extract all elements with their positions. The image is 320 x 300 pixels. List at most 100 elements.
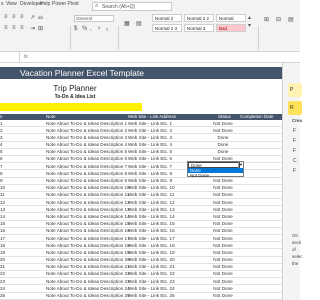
cell-note[interactable]: Note About To-Do & Ideas Description 8	[46, 171, 127, 176]
cell-status[interactable]: Not Done	[210, 271, 236, 276]
indent-icon[interactable]: ⇥	[30, 25, 35, 32]
align-bottom-icon[interactable]: ≡	[20, 14, 24, 20]
cell-n[interactable]: 18	[0, 243, 5, 248]
cell-web[interactable]: Web Site - Link Etc. 10	[128, 185, 175, 190]
table-row[interactable]: 13 Note About To-Do & Ideas Description 1…	[0, 206, 282, 214]
dropdown-option-not-done[interactable]: Not Done	[188, 173, 243, 178]
cell-n[interactable]: 7	[0, 164, 3, 169]
cell-n[interactable]: 17	[0, 236, 5, 241]
status-dropdown[interactable]: Done ▼ Done Not Done	[187, 161, 244, 178]
align-top-icon[interactable]: ≡	[4, 14, 8, 20]
cell-web[interactable]: Web Site - Link Etc. 24	[128, 286, 175, 291]
style-bad[interactable]: Bad	[216, 24, 246, 32]
cell-note[interactable]: Note About To-Do & Ideas Description 23	[46, 279, 130, 284]
cell-n[interactable]: 2	[0, 128, 3, 133]
cell-note[interactable]: Note About To-Do & Ideas Description 12	[46, 200, 130, 205]
styles-scroll-down-icon[interactable]: ▾	[248, 22, 251, 29]
cell-n[interactable]: 16	[0, 228, 5, 233]
cell-n[interactable]: 5	[0, 149, 3, 154]
decrease-decimal-icon[interactable]: ₀	[106, 26, 109, 32]
conditional-formatting-icon[interactable]: ▦	[124, 20, 130, 27]
wrap-text-button[interactable]: ab	[38, 15, 43, 20]
cell-web[interactable]: Web Site - Link Etc. 12	[128, 200, 175, 205]
cell-n[interactable]: 10	[0, 185, 5, 190]
cell-status[interactable]: Not Done	[210, 236, 236, 241]
cell-n[interactable]: 19	[0, 250, 5, 255]
cell-web[interactable]: Web Site - Link Etc. 5	[128, 149, 172, 154]
table-row[interactable]: 23 Note About To-Do & Ideas Description 2…	[0, 278, 282, 286]
table-row[interactable]: 5 Note About To-Do & Ideas Description 5W…	[0, 149, 282, 156]
cell-note[interactable]: Note About To-Do & Ideas Description 24	[46, 286, 130, 291]
merge-center-icon[interactable]: ⊞	[38, 25, 43, 32]
cell-n[interactable]: 8	[0, 171, 3, 176]
table-row[interactable]: 14 Note About To-Do & Ideas Description 1…	[0, 213, 282, 221]
cell-note[interactable]: Note About To-Do & Ideas Description 21	[46, 264, 130, 269]
cell-status[interactable]: Not Done	[210, 121, 236, 126]
orientation-icon[interactable]: ↗	[30, 14, 35, 21]
cell-note[interactable]: Note About To-Do & Ideas Description 4	[46, 142, 127, 147]
cell-web[interactable]: Web Site - Link Etc. 21	[128, 264, 175, 269]
style-normal-3[interactable]: Normal 3	[184, 24, 214, 32]
cell-n[interactable]: 1	[0, 121, 3, 126]
cell-status[interactable]: Not Done	[210, 214, 236, 219]
cell-n[interactable]: 24	[0, 286, 5, 291]
menu-item-s[interactable]: s	[1, 1, 4, 7]
currency-icon[interactable]: $	[74, 26, 77, 32]
cell-note[interactable]: Note About To-Do & Ideas Description 17	[46, 236, 130, 241]
cell-status[interactable]: Not Done	[210, 264, 236, 269]
styles-scroll-up-icon[interactable]: ▴	[248, 14, 251, 21]
align-right-icon[interactable]: ≡	[20, 25, 24, 31]
table-row[interactable]: 1 Note About To-Do & Ideas Description 1W…	[0, 120, 282, 128]
cell-note[interactable]: Note About To-Do & Ideas Description 25	[46, 293, 130, 298]
cell-n[interactable]: 22	[0, 271, 5, 276]
comma-icon[interactable]: ,	[90, 26, 92, 32]
cell-web[interactable]: Web Site - Link Etc. 15	[128, 221, 175, 226]
cell-web[interactable]: Web Site - Link Etc. 2	[128, 128, 172, 133]
align-middle-icon[interactable]: ≡	[12, 14, 16, 20]
function-icon[interactable]: fx	[24, 54, 28, 60]
cell-web[interactable]: Web Site - Link Etc. 14	[128, 214, 175, 219]
cell-status[interactable]: Not Done	[210, 221, 236, 226]
table-row[interactable]: 20 Note About To-Do & Ideas Description 2…	[0, 257, 282, 264]
cell-n[interactable]: 9	[0, 178, 3, 183]
table-row[interactable]: 18 Note About To-Do & Ideas Description 1…	[0, 242, 282, 250]
cell-note[interactable]: Note About To-Do & Ideas Description 11	[46, 192, 129, 197]
cell-web[interactable]: Web Site - Link Etc. 3	[128, 135, 172, 140]
cell-note[interactable]: Note About To-Do & Ideas Description 3	[46, 135, 127, 140]
align-left-icon[interactable]: ≡	[4, 25, 8, 31]
cell-web[interactable]: Web Site - Link Etc. 11	[128, 192, 174, 197]
cell-web[interactable]: Web Site - Link Etc. 19	[128, 250, 175, 255]
cell-web[interactable]: Web Site - Link Etc. 4	[128, 142, 172, 147]
cell-status[interactable]: Not Done	[210, 128, 236, 133]
cell-n[interactable]: 23	[0, 279, 5, 284]
cell-n[interactable]: 4	[0, 142, 3, 147]
align-center-icon[interactable]: ≡	[12, 25, 16, 31]
search-box[interactable]: ⌕ Search (Alt+Q)	[92, 2, 172, 11]
cell-note[interactable]: Note About To-Do & Ideas Description 16	[46, 228, 130, 233]
table-row[interactable]: 22 Note About To-Do & Ideas Description 2…	[0, 271, 282, 279]
cell-web[interactable]: Web Site - Link Etc. 9	[128, 178, 172, 183]
cell-status[interactable]: Not Done	[210, 200, 236, 205]
cell-status[interactable]: Not Done	[210, 185, 236, 190]
table-row[interactable]: 10 Note About To-Do & Ideas Description 1…	[0, 185, 282, 192]
cell-web[interactable]: Web Site - Link Etc. 17	[128, 236, 175, 241]
cell-status[interactable]: Not Done	[210, 293, 236, 298]
cell-n[interactable]: 20	[0, 257, 5, 262]
cell-n[interactable]: 14	[0, 214, 5, 219]
cell-web[interactable]: Web Site - Link Etc. 8	[128, 171, 172, 176]
cell-note[interactable]: Note About To-Do & Ideas Description 9	[46, 178, 127, 183]
cell-n[interactable]: 6	[0, 156, 3, 161]
cell-status[interactable]: Not Done	[210, 178, 236, 183]
menu-item-view[interactable]: View	[6, 1, 17, 7]
table-row[interactable]: 24 Note About To-Do & Ideas Description 2…	[0, 285, 282, 293]
table-row[interactable]: 9 Note About To-Do & Ideas Description 9W…	[0, 178, 282, 185]
table-row[interactable]: 17 Note About To-Do & Ideas Description 1…	[0, 235, 282, 243]
panel-button-p[interactable]: P	[288, 83, 302, 97]
cell-status[interactable]: Not Done	[210, 243, 236, 248]
cell-note[interactable]: Note About To-Do & Ideas Description 22	[46, 271, 130, 276]
cell-n[interactable]: 21	[0, 264, 5, 269]
cell-web[interactable]: Web Site - Link Etc. 22	[128, 271, 175, 276]
cell-web[interactable]: Web Site - Link Etc. 13	[128, 207, 175, 212]
table-row[interactable]: 19 Note About To-Do & Ideas Description 1…	[0, 249, 282, 257]
cell-note[interactable]: Note About To-Do & Ideas Description 10	[46, 185, 130, 190]
